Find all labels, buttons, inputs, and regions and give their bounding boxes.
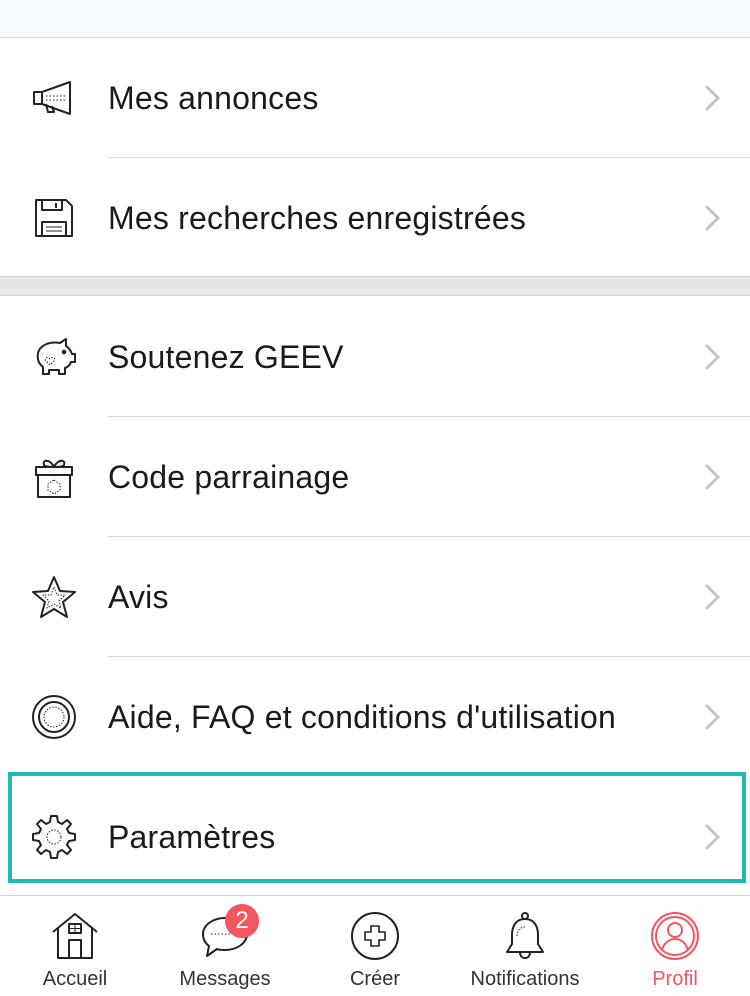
tab-accueil[interactable]: Accueil (0, 896, 150, 996)
plus-circle-icon (349, 910, 401, 962)
menu-item-code-parrainage[interactable]: Code parrainage (0, 417, 750, 537)
menu-item-soutenez-geev[interactable]: Soutenez GEEV (0, 297, 750, 417)
unread-badge: 2 (225, 904, 259, 938)
menu-item-label: Paramètres (108, 818, 276, 855)
menu-group-app: Soutenez GEEV Code parrainage Avis Aide,… (0, 297, 750, 895)
menu-item-parametres[interactable]: Paramètres (0, 777, 750, 897)
bell-icon (499, 910, 551, 962)
top-strip (0, 0, 750, 38)
menu-item-label: Avis (108, 578, 169, 615)
megaphone-icon (30, 74, 78, 122)
tab-profil[interactable]: Profil (600, 896, 750, 996)
chevron-right-icon (705, 824, 721, 850)
menu-item-aide-faq[interactable]: Aide, FAQ et conditions d'utilisation (0, 657, 750, 777)
tab-notifications[interactable]: Notifications (450, 896, 600, 996)
chat-bubble-icon: 2 (199, 904, 259, 962)
menu-item-label: Mes recherches enregistrées (108, 199, 527, 236)
menu-item-label: Mes annonces (108, 79, 319, 116)
gift-icon (30, 453, 78, 501)
chevron-right-icon (705, 85, 721, 111)
chevron-right-icon (705, 584, 721, 610)
house-icon (49, 910, 101, 962)
menu-group-account: Mes annonces Mes recherches enregistrées (0, 38, 750, 276)
chevron-right-icon (705, 464, 721, 490)
menu-item-mes-annonces[interactable]: Mes annonces (0, 38, 750, 158)
tab-label: Accueil (42, 968, 108, 990)
section-divider (0, 276, 750, 296)
menu-item-avis[interactable]: Avis (0, 537, 750, 657)
profile-icon (649, 910, 701, 962)
chevron-right-icon (705, 205, 721, 231)
menu-item-mes-recherches[interactable]: Mes recherches enregistrées (0, 158, 750, 278)
lifebuoy-icon (30, 693, 78, 741)
chevron-right-icon (705, 704, 721, 730)
tab-label: Notifications (470, 968, 580, 990)
tab-bar: Accueil 2 Messages Créer Notifications P… (0, 895, 750, 995)
menu-item-label: Code parrainage (108, 458, 350, 495)
tab-label: Créer (349, 968, 400, 990)
piggy-bank-icon (30, 333, 78, 381)
menu-item-label: Aide, FAQ et conditions d'utilisation (108, 698, 617, 735)
tab-creer[interactable]: Créer (300, 896, 450, 996)
chevron-right-icon (705, 344, 721, 370)
tab-label: Profil (652, 968, 698, 990)
star-icon (30, 573, 78, 621)
tab-messages[interactable]: 2 Messages (150, 896, 300, 996)
tab-label: Messages (179, 968, 271, 990)
gear-icon (30, 813, 78, 861)
menu-item-label: Soutenez GEEV (108, 338, 344, 375)
floppy-disk-icon (30, 194, 78, 242)
